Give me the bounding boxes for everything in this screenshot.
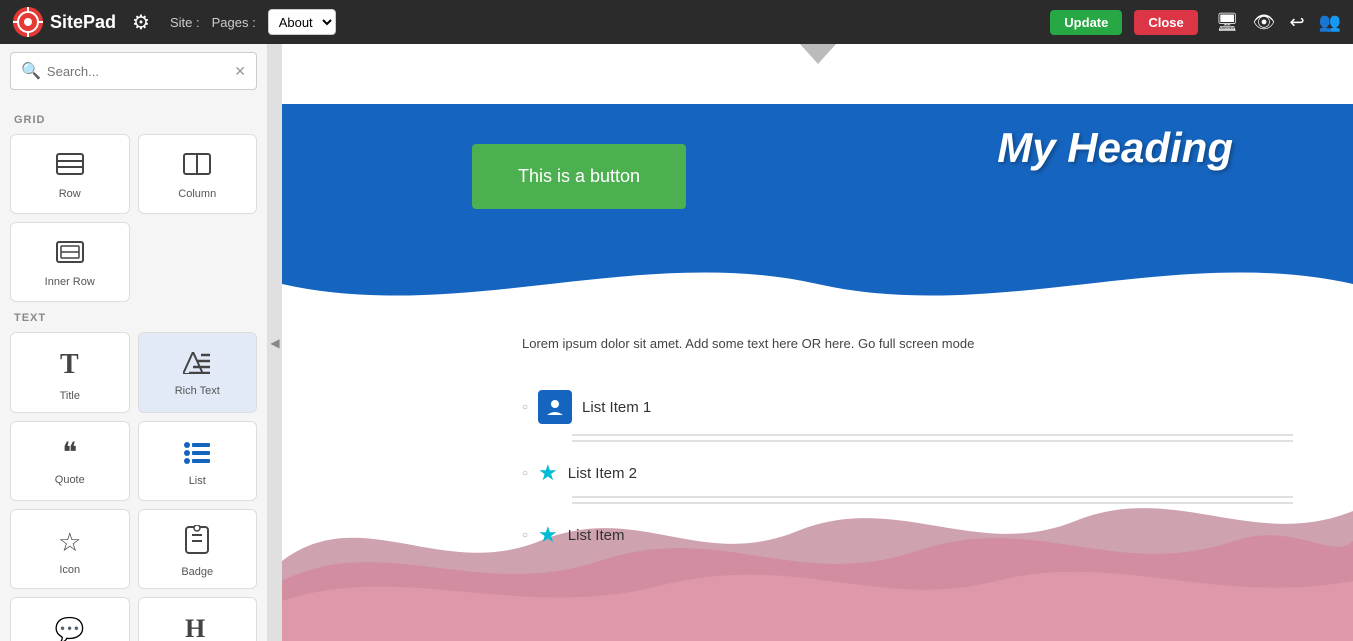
list-icon-person [538,390,572,424]
topbar: SitePad ⚙ Site : Pages : About Update Cl… [0,0,1353,44]
widget-row-label: Row [59,188,81,200]
widget-list[interactable]: List [138,421,258,501]
text-section-label: TEXT [14,312,257,324]
logo-text: SitePad [50,12,116,33]
canvas-inner: My Heading This is a button Lorem ipsum … [282,44,1353,641]
search-clear-icon[interactable]: ✕ [234,63,246,80]
list-bullet-2: ○ [522,468,528,479]
widget-rich-text-label: Rich Text [175,385,220,397]
svg-text:H: H [185,614,205,641]
animated-heading-icon: H [183,613,211,641]
site-label: Site : [170,15,200,30]
logo-icon [12,6,44,38]
widget-inner-row[interactable]: Inner Row [10,222,130,302]
sidebar-content: GRID Row [0,98,267,641]
widget-tooltip[interactable]: 💬 Tooltip [10,597,130,641]
grid-widgets: Row Column [10,134,257,302]
list-section-3: ○ ★ List Item [522,516,1293,554]
undo-icon[interactable]: ↩ [1289,12,1304,33]
close-button[interactable]: Close [1134,10,1197,35]
list-bullet-1: ○ [522,402,528,413]
list-separator-2b [572,502,1293,504]
list-separator-1b [572,440,1293,442]
topbar-icons: 🖥 👁 ↩ 👥 [1216,12,1341,33]
list-row-1: ○ List Item 1 [522,384,1293,430]
list-section-1: ○ List Item 1 [522,384,1293,442]
list-separator-1 [572,434,1293,436]
search-bar[interactable]: 🔍 ✕ [10,52,257,90]
text-widgets: T Title Rich T [10,332,257,641]
rich-text-icon [183,352,211,379]
widget-animated-heading[interactable]: H Animated Heading [138,597,258,641]
users-icon[interactable]: 👥 [1319,12,1341,33]
widget-title-label: Title [60,390,80,402]
list-item-text-2: List Item 2 [568,465,637,482]
pages-select[interactable]: About [268,9,336,35]
list-item-text-1: List Item 1 [582,399,651,416]
grid-section-label: GRID [14,114,257,126]
inner-row-icon [56,241,84,270]
logo-area: SitePad [12,6,116,38]
search-input[interactable] [47,64,228,79]
widget-list-label: List [189,475,206,487]
widget-title[interactable]: T Title [10,332,130,413]
sidebar: 🔍 ✕ GRID Row [0,44,268,641]
title-icon: T [56,347,84,384]
search-icon: 🔍 [21,61,41,81]
list-row-2: ○ ★ List Item 2 [522,454,1293,492]
canvas-button[interactable]: This is a button [472,144,686,209]
widget-inner-row-label: Inner Row [45,276,95,288]
list-star-icon-2: ★ [538,460,558,486]
widget-quote-label: Quote [55,474,85,486]
widget-quote[interactable]: ❝ Quote [10,421,130,501]
canvas-heading: My Heading [997,124,1233,172]
tooltip-icon: 💬 [55,616,85,641]
row-icon [56,153,84,182]
eye-icon[interactable]: 👁 [1253,12,1276,33]
collapse-icon: ◀ [270,336,279,350]
widget-row[interactable]: Row [10,134,130,214]
gear-icon[interactable]: ⚙ [132,10,150,35]
widget-badge-label: Badge [181,566,213,578]
top-arrow-indicator [800,44,836,64]
canvas-lorem: Lorem ipsum dolor sit amet. Add some tex… [522,334,1293,354]
widget-rich-text[interactable]: Rich Text [138,332,258,413]
list-bullet-3: ○ [522,530,528,541]
widget-badge[interactable]: Badge [138,509,258,589]
main-layout: 🔍 ✕ GRID Row [0,44,1353,641]
widget-column[interactable]: Column [138,134,258,214]
widget-icon[interactable]: ☆ Icon [10,509,130,589]
badge-icon [184,525,210,560]
pages-label: Pages : [212,15,256,30]
update-button[interactable]: Update [1050,10,1122,35]
desktop-icon[interactable]: 🖥 [1216,12,1239,33]
widget-column-label: Column [178,188,216,200]
list-icon [183,440,211,469]
list-star-icon-3: ★ [538,522,558,548]
list-section-2: ○ ★ List Item 2 [522,454,1293,504]
canvas-list: ○ List Item 1 ○ ★ List Item 2 [522,384,1293,566]
column-icon [183,153,211,182]
canvas: My Heading This is a button Lorem ipsum … [282,44,1353,641]
icon-widget-icon: ☆ [58,527,81,558]
header-wave-svg [282,244,1353,324]
list-separator-2 [572,496,1293,498]
list-row-3: ○ ★ List Item [522,516,1293,554]
collapse-handle[interactable]: ◀ [268,44,282,641]
svg-text:T: T [60,349,79,377]
list-item-text-3: List Item [568,527,625,544]
quote-icon: ❝ [62,440,77,468]
widget-icon-label: Icon [59,564,80,576]
